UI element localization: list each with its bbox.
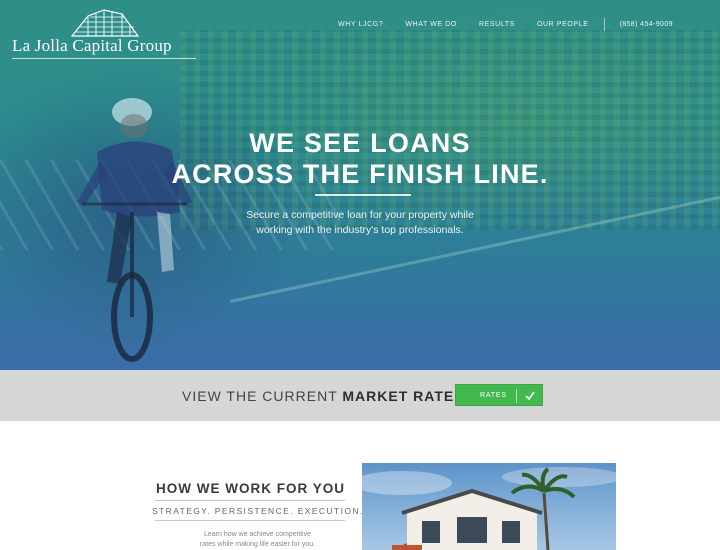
hero-headline-line-1: WE SEE LOANS [249,128,471,158]
market-rates-text: VIEW THE CURRENT MARKET RATES [182,388,465,404]
hero-subheadline: Secure a competitive loan for your prope… [0,208,720,238]
nav-item-results[interactable]: RESULTS [479,21,515,28]
how-we-work-body-line-2: rates while making life easier for you. [199,541,316,548]
checkmark-icon [525,391,535,401]
rates-button[interactable]: RATES [455,384,543,406]
nav-item-our-people[interactable]: OUR PEOPLE [537,21,589,28]
property-photo [362,463,616,550]
nav-item-why-ljcg[interactable]: WHY LJCG? [338,21,383,28]
market-rates-text-bold: MARKET RATES [342,388,465,404]
nav-divider [604,17,606,31]
how-we-work-rule-top [155,500,345,501]
rates-button-label: RATES [480,391,507,399]
hero-headline: WE SEE LOANS ACROSS THE FINISH LINE. [0,128,720,190]
how-we-work-body-line-1: Learn how we achieve competitive [203,531,311,538]
market-rates-bar: VIEW THE CURRENT MARKET RATES RATES [0,370,720,421]
company-logo[interactable]: La Jolla Capital Group [12,6,200,59]
market-rates-text-prefix: VIEW THE CURRENT [182,388,338,404]
how-we-work-rule-bottom [155,520,345,521]
hero-headline-line-2: ACROSS THE FINISH LINE. [171,159,549,189]
nav-phone-number[interactable]: (858) 454-9009 [619,21,672,28]
headline-divider [315,194,411,196]
main-navigation: WHY LJCG? WHAT WE DO RESULTS OUR PEOPLE … [338,17,673,31]
how-we-work-tagline: STRATEGY. PERSISTENCE. EXECUTION. [152,506,364,516]
how-we-work-title: HOW WE WORK FOR YOU [156,481,345,496]
hero-subheadline-line-1: Secure a competitive loan for your prope… [246,209,474,221]
how-we-work-body: Learn how we achieve competitive rates w… [170,530,345,550]
house-image [362,467,616,550]
logo-text: La Jolla Capital Group [12,36,172,55]
logo-underline [12,58,196,59]
nav-item-what-we-do[interactable]: WHAT WE DO [405,21,457,28]
hero-subheadline-line-2: working with the industry's top professi… [256,224,464,236]
rates-button-divider [516,389,517,403]
building-logo-icon [70,9,140,37]
